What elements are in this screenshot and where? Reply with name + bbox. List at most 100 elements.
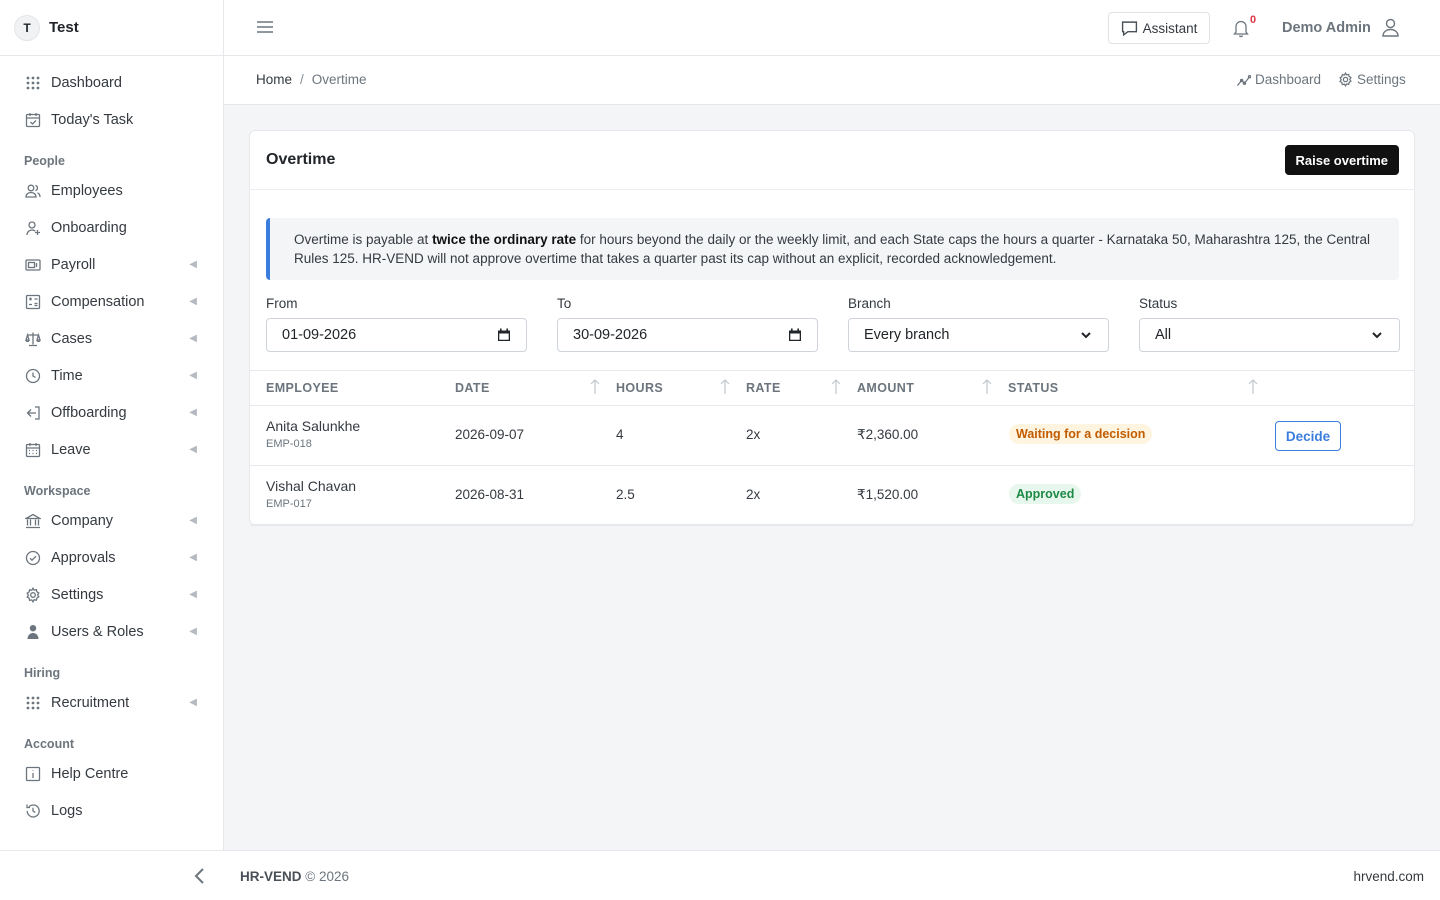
sidebar-item-label: Users & Roles [51,623,144,640]
sidebar-item-help-centre[interactable]: Help Centre [0,755,223,792]
rate-cell: 2x [746,427,761,442]
filter-to: To 30-09-2026 [557,296,818,352]
column-header-rate[interactable]: RATE [746,381,781,395]
calendar-icon[interactable] [497,328,511,342]
filter-label: To [557,296,572,311]
filter-label: Status [1139,296,1178,311]
note-bold-text: twice the ordinary rate [432,232,577,247]
chevron-left-icon: ◀ [189,444,197,455]
branch-select[interactable]: Every branch [848,318,1109,352]
quick-link-dashboard[interactable]: Dashboard [1236,72,1321,87]
filter-branch: Branch Every branch [848,296,1109,352]
status-value: All [1155,327,1172,343]
filter-status: Status All [1139,296,1400,352]
filter-label: From [266,296,298,311]
sidebar-item-logs[interactable]: Logs [0,792,223,829]
sort-arrow-icon[interactable] [1248,379,1258,395]
grid-dots-icon [24,694,41,711]
user-name[interactable]: Demo Admin [1282,20,1371,36]
sort-arrow-icon[interactable] [590,379,600,395]
sidebar-item-recruitment[interactable]: Recruitment ◀ [0,684,223,721]
clock-icon [24,367,41,384]
chat-icon [1121,20,1137,36]
sidebar-item-label: Payroll [51,256,96,273]
decide-button[interactable]: Decide [1275,421,1341,451]
calculator-icon [24,293,41,310]
chevron-left-icon: ◀ [189,407,197,418]
sidebar-item-label: Cases [51,330,93,347]
logout-icon [24,404,41,421]
sidebar-item-compensation[interactable]: Compensation ◀ [0,283,223,320]
column-header-amount[interactable]: AMOUNT [857,381,914,395]
bell-icon[interactable] [1232,18,1250,38]
column-header-hours[interactable]: HOURS [616,381,663,395]
user-shield-icon [24,623,41,640]
footer: HR-VEND © 2026 hrvend.com [0,850,1440,900]
sidebar-item-label: Approvals [51,549,116,566]
employee-cell: Vishal Chavan EMP-017 [266,478,356,510]
breadcrumb-bar: Home / Overtime Dashboard Settings [224,56,1440,105]
footer-site-link[interactable]: hrvend.com [1353,869,1424,884]
sidebar-item-todays-task[interactable]: Today's Task [0,101,223,138]
collapse-sidebar-icon[interactable] [193,867,207,885]
sidebar-item-employees[interactable]: Employees [0,172,223,209]
from-date-value: 01-09-2026 [282,327,357,343]
sidebar-section-hiring: Hiring [24,666,61,680]
sidebar-section-people: People [24,154,65,168]
sidebar-item-settings[interactable]: Settings ◀ [0,576,223,613]
sidebar-item-approvals[interactable]: Approvals ◀ [0,539,223,576]
column-header-status[interactable]: STATUS [1008,381,1059,395]
table-row: Vishal Chavan EMP-017 2026-08-31 2.5 2x … [250,466,1414,526]
sidebar-item-dashboard[interactable]: Dashboard [0,64,223,101]
hamburger-menu-icon[interactable] [256,18,274,36]
chevron-left-icon: ◀ [189,552,197,563]
user-icon[interactable] [1381,18,1400,37]
brand-avatar: T [14,14,40,41]
employee-name: Vishal Chavan [266,478,357,494]
policy-note: Overtime is payable at twice the ordinar… [266,218,1399,280]
calendar-icon[interactable] [788,328,802,342]
sidebar-item-offboarding[interactable]: Offboarding ◀ [0,394,223,431]
to-date-value: 30-09-2026 [573,327,648,343]
sort-arrow-icon[interactable] [720,379,730,395]
column-header-date[interactable]: DATE [455,381,490,395]
assistant-button[interactable]: Assistant [1108,12,1210,44]
chevron-left-icon: ◀ [189,333,197,344]
employee-cell: Anita Salunkhe EMP-018 [266,418,360,450]
amount-cell: ₹1,520.00 [857,487,919,502]
users-icon [24,182,41,199]
date-cell: 2026-09-07 [455,427,525,442]
sidebar-item-cases[interactable]: Cases ◀ [0,320,223,357]
chart-line-icon [1236,74,1251,86]
sidebar-item-label: Company [51,512,114,529]
quick-link-settings[interactable]: Settings [1338,72,1406,87]
sidebar-item-onboarding[interactable]: Onboarding [0,209,223,246]
status-select[interactable]: All [1139,318,1400,352]
topbar: Assistant 0 Demo Admin [224,0,1440,56]
chevron-left-icon: ◀ [189,515,197,526]
sort-arrow-icon[interactable] [831,379,841,395]
sidebar-item-label: Settings [51,586,104,603]
sidebar-item-time[interactable]: Time ◀ [0,357,223,394]
card-header: Overtime Raise overtime [250,131,1414,190]
sidebar-item-users-roles[interactable]: Users & Roles ◀ [0,613,223,650]
from-date-input[interactable]: 01-09-2026 [266,318,527,352]
status-badge: Approved [1009,484,1082,504]
calendar-check-icon [24,111,41,128]
note-text: Overtime is payable at [294,232,433,247]
sidebar-item-label: Dashboard [51,74,122,91]
breadcrumb-home[interactable]: Home [256,72,292,87]
sidebar-item-leave[interactable]: Leave ◀ [0,431,223,468]
sidebar-section-workspace: Workspace [24,484,91,498]
raise-overtime-button[interactable]: Raise overtime [1284,145,1399,175]
to-date-input[interactable]: 30-09-2026 [557,318,818,352]
chevron-down-icon [1081,332,1091,339]
brand[interactable]: T Test [0,0,223,56]
cash-icon [24,256,41,273]
column-header-employee[interactable]: EMPLOYEE [266,381,339,395]
sidebar-item-payroll[interactable]: Payroll ◀ [0,246,223,283]
sidebar-item-company[interactable]: Company ◀ [0,502,223,539]
sort-arrow-icon[interactable] [982,379,992,395]
breadcrumb-current: Overtime [311,72,367,87]
sidebar-item-label: Onboarding [51,219,127,236]
